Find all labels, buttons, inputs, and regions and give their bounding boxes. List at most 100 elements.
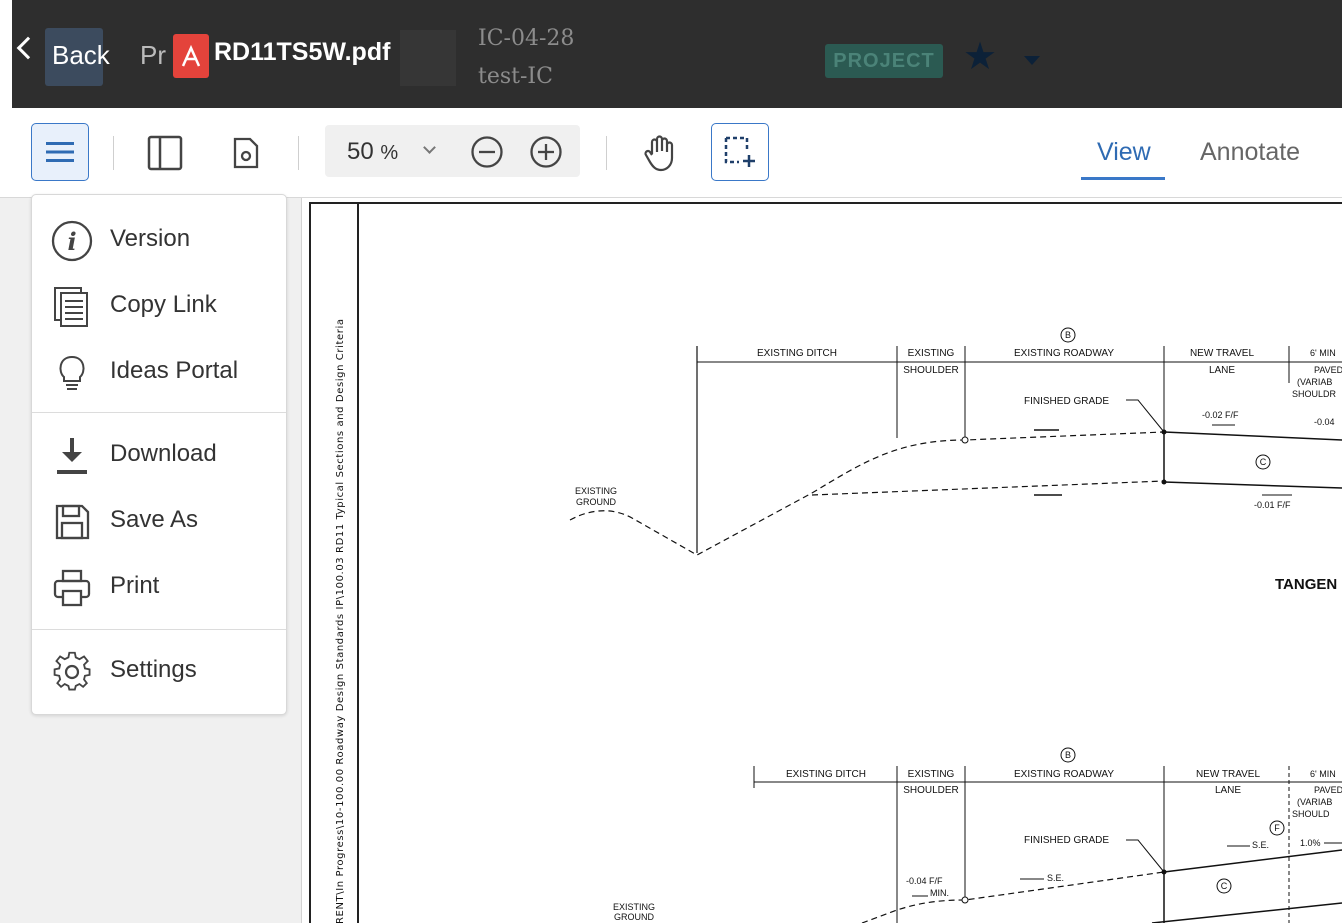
svg-text:GROUND: GROUND <box>614 912 654 922</box>
svg-text:(VARIAB: (VARIAB <box>1297 797 1332 807</box>
svg-text:6' MIN: 6' MIN <box>1310 348 1336 358</box>
menu-item-version[interactable]: i Version <box>32 208 286 270</box>
menu-item-save-as[interactable]: Save As <box>32 489 286 551</box>
svg-text:EXISTING ROADWAY: EXISTING ROADWAY <box>1014 348 1114 359</box>
typical-section-drawing: EXISTING DITCH EXISTING SHOULDER EXISTIN… <box>569 327 1342 923</box>
svg-text:i: i <box>67 227 76 256</box>
svg-text:GROUND: GROUND <box>576 497 616 507</box>
svg-text:PAVED: PAVED <box>1314 365 1342 375</box>
svg-text:EXISTING: EXISTING <box>613 902 655 912</box>
lightbulb-icon <box>50 353 94 393</box>
svg-text:-0.04: -0.04 <box>1314 417 1335 427</box>
sidebar-toggle-button[interactable] <box>145 131 185 175</box>
gear-icon <box>50 651 94 692</box>
hand-icon <box>644 135 674 172</box>
file-name: RD11TS5W.pdf <box>214 38 391 66</box>
svg-text:6' MIN: 6' MIN <box>1310 769 1336 779</box>
svg-text:(VARIAB: (VARIAB <box>1297 377 1332 387</box>
project-name-partial: Pr <box>140 40 166 70</box>
project-thumbnail <box>400 30 456 86</box>
svg-text:LANE: LANE <box>1209 365 1235 376</box>
menu-item-settings[interactable]: Settings <box>32 639 286 701</box>
svg-text:SHOULDR: SHOULDR <box>1292 389 1337 399</box>
marquee-select-icon <box>724 136 755 167</box>
zoom-out-icon[interactable] <box>470 135 504 169</box>
svg-text:EXISTING DITCH: EXISTING DITCH <box>757 348 837 359</box>
back-label[interactable]: Back <box>52 40 110 71</box>
svg-text:MIN.: MIN. <box>930 888 949 898</box>
menu-item-label: Settings <box>110 656 197 683</box>
chevron-left-icon <box>16 36 40 60</box>
svg-text:S.E.: S.E. <box>1047 873 1064 883</box>
svg-text:EXISTING: EXISTING <box>908 769 955 780</box>
svg-text:NEW TRAVEL: NEW TRAVEL <box>1190 348 1255 359</box>
print-icon <box>50 568 94 608</box>
tab-view[interactable]: View <box>1097 138 1151 167</box>
active-tab-indicator <box>1081 177 1165 180</box>
zoom-in-icon[interactable] <box>529 135 563 169</box>
menu-item-label: Version <box>110 225 191 252</box>
svg-text:PAVED: PAVED <box>1314 785 1342 795</box>
svg-text:EXISTING DITCH: EXISTING DITCH <box>786 769 866 780</box>
app-header: Back Pr RD11TS5W.pdf IC-04-28 test-IC PR… <box>0 0 1342 108</box>
marquee-zoom-button[interactable] <box>711 123 769 181</box>
svg-text:FINISHED GRADE: FINISHED GRADE <box>1024 835 1109 846</box>
document-settings-button[interactable] <box>228 131 264 175</box>
tab-annotate[interactable]: Annotate <box>1200 138 1300 167</box>
svg-text:SHOULDER: SHOULDER <box>903 785 959 796</box>
svg-text:B: B <box>1065 750 1071 760</box>
pan-tool-button[interactable] <box>638 130 682 176</box>
download-icon <box>50 436 94 476</box>
svg-text:S.E.: S.E. <box>1252 840 1269 850</box>
save-icon <box>50 502 94 542</box>
toolbar-divider <box>298 136 299 170</box>
menu-item-download[interactable]: Download <box>32 423 286 485</box>
header-edge <box>0 0 12 108</box>
menu-item-copy-link[interactable]: Copy Link <box>32 274 286 336</box>
svg-text:SHOULD: SHOULD <box>1292 809 1330 819</box>
project-badge: PROJECT <box>825 44 943 78</box>
menu-item-label: Print <box>110 572 160 599</box>
svg-text:B: B <box>1065 330 1071 340</box>
document-viewport[interactable]: RENT\In Progress\10-100.00 Roadway Desig… <box>302 198 1342 923</box>
svg-text:1.0%: 1.0% <box>1300 838 1321 848</box>
svg-text:C: C <box>1260 457 1267 467</box>
menu-divider <box>32 629 286 630</box>
zoom-value[interactable]: 50 % <box>347 138 398 166</box>
menu-item-label: Ideas Portal <box>110 357 239 384</box>
section-1: EXISTING DITCH EXISTING SHOULDER EXISTIN… <box>569 327 1342 593</box>
ic-code: IC-04-28 <box>478 26 575 51</box>
sidebar-panel-icon <box>147 135 183 171</box>
svg-text:C: C <box>1221 881 1228 891</box>
menu-item-label: Copy Link <box>110 291 217 318</box>
menu-item-ideas-portal[interactable]: Ideas Portal <box>32 340 286 402</box>
svg-text:TANGEN: TANGEN <box>1275 576 1337 593</box>
document-gear-icon <box>233 137 259 169</box>
main-menu-dropdown: i Version Copy Link Ideas Portal Downloa… <box>31 194 287 715</box>
toolbar-divider <box>606 136 607 170</box>
svg-text:-0.04 F/F: -0.04 F/F <box>906 876 943 886</box>
copy-link-icon <box>50 287 94 327</box>
svg-text:EXISTING: EXISTING <box>575 486 617 496</box>
svg-text:NEW TRAVEL: NEW TRAVEL <box>1196 769 1261 780</box>
svg-text:LANE: LANE <box>1215 785 1241 796</box>
menu-item-print[interactable]: Print <box>32 555 286 617</box>
menu-button[interactable] <box>31 123 89 181</box>
back-button[interactable] <box>12 36 42 60</box>
caret-down-icon[interactable] <box>1024 56 1040 65</box>
info-icon: i <box>50 220 94 262</box>
zoom-control[interactable]: 50 % <box>325 125 580 177</box>
svg-text:SHOULDER: SHOULDER <box>903 365 959 376</box>
ic-name: test-IC <box>478 64 553 89</box>
toolbar-divider <box>113 136 114 170</box>
star-icon[interactable]: ★ <box>963 38 997 76</box>
menu-item-label: Download <box>110 440 217 467</box>
svg-text:EXISTING: EXISTING <box>908 348 955 359</box>
svg-text:-0.01 F/F: -0.01 F/F <box>1254 500 1291 510</box>
svg-text:-0.02 F/F: -0.02 F/F <box>1202 410 1239 420</box>
menu-divider <box>32 412 286 413</box>
zoom-dropdown-icon[interactable] <box>423 141 436 154</box>
svg-text:F: F <box>1274 823 1280 833</box>
svg-text:EXISTING ROADWAY: EXISTING ROADWAY <box>1014 769 1114 780</box>
svg-text:FINISHED GRADE: FINISHED GRADE <box>1024 396 1109 407</box>
